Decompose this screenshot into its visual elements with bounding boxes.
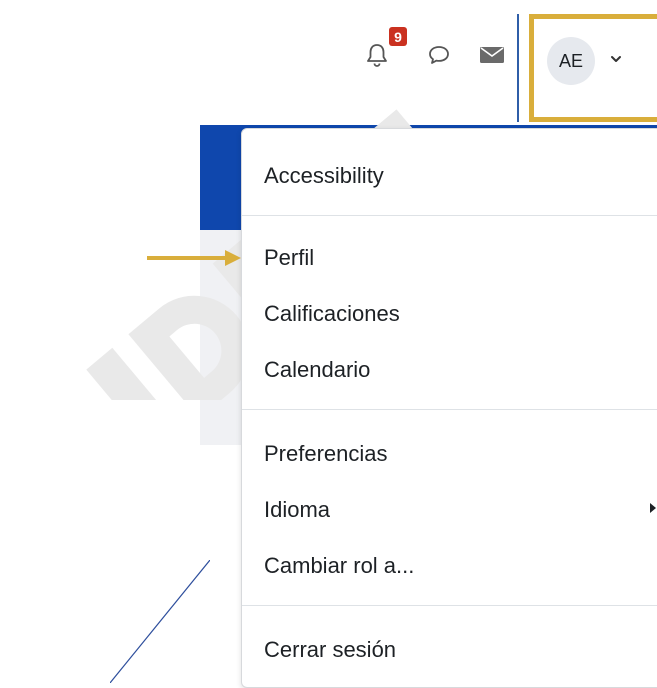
navbar-divider [517, 14, 519, 122]
menu-item-calificaciones[interactable]: Calificaciones [264, 299, 400, 329]
envelope-icon [480, 47, 504, 63]
menu-item-idioma[interactable]: Idioma [264, 495, 330, 525]
caret-right-icon [650, 503, 656, 513]
menu-item-perfil[interactable]: Perfil [264, 243, 314, 273]
annotation-arrow-icon [147, 250, 241, 266]
decorative-line [110, 560, 210, 683]
menu-divider [242, 409, 657, 410]
notification-count-badge: 9 [389, 27, 407, 46]
top-navbar: 9 AE [0, 0, 657, 125]
mail-button[interactable] [477, 40, 507, 70]
menu-item-preferencias[interactable]: Preferencias [264, 439, 388, 469]
chevron-down-icon[interactable] [609, 52, 623, 66]
menu-divider [242, 215, 657, 216]
menu-item-cerrar-sesion[interactable]: Cerrar sesión [264, 635, 396, 665]
menu-item-calendario[interactable]: Calendario [264, 355, 370, 385]
chat-icon [429, 46, 449, 64]
menu-item-accessibility[interactable]: Accessibility [264, 161, 384, 191]
menu-item-cambiar-rol[interactable]: Cambiar rol a... [264, 551, 414, 581]
user-avatar[interactable]: AE [547, 37, 595, 85]
user-dropdown-menu: Accessibility Perfil Calificaciones Cale… [241, 128, 657, 688]
notifications-button[interactable] [362, 40, 392, 70]
bell-icon [367, 44, 387, 67]
menu-divider [242, 605, 657, 606]
messages-button[interactable] [424, 40, 454, 70]
